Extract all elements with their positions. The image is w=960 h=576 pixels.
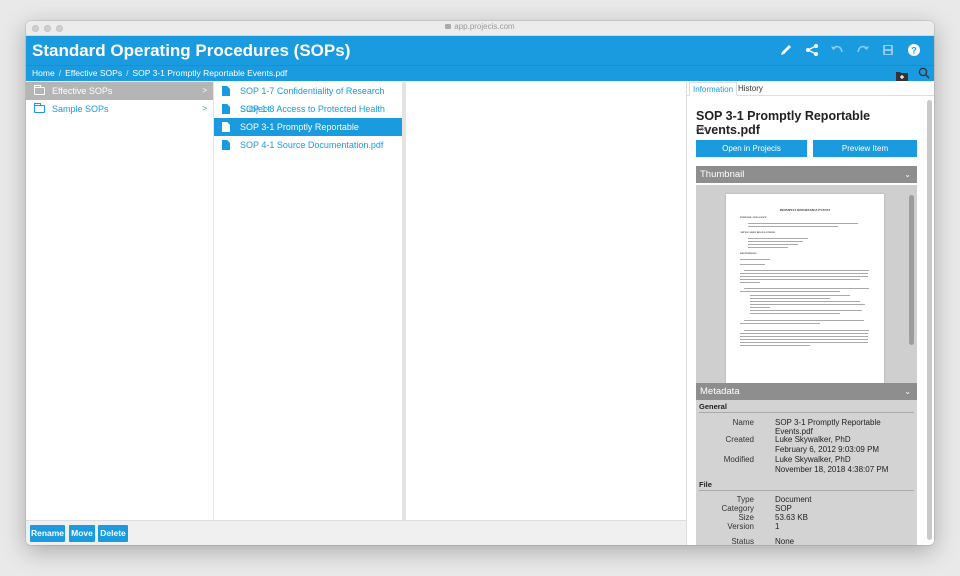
- details-tabs: Information History: [687, 82, 934, 96]
- breadcrumb-separator: /: [126, 68, 129, 78]
- app-window: app.projecis.com Standard Operating Proc…: [26, 21, 934, 545]
- chevron-right-icon: >: [202, 104, 207, 113]
- help-icon[interactable]: ?: [906, 43, 922, 59]
- action-bar: Rename Move Delete: [26, 520, 686, 545]
- chevron-right-icon: >: [202, 86, 207, 95]
- undo-icon[interactable]: [829, 43, 845, 59]
- thumb-defs: DEFINITIONS: [740, 252, 757, 255]
- modified-date-value: November 18, 2018 4:38:07 PM: [775, 465, 889, 474]
- folder-item-sample-sops[interactable]: Sample SOPs >: [26, 100, 213, 118]
- file-item[interactable]: SOP 1-7 Confidentiality of Research Subj…: [214, 82, 402, 114]
- modified-by-value: Luke Skywalker, PhD: [775, 455, 851, 464]
- file-item-selected[interactable]: SOP 3-1 Promptly Reportable Events.pdf: [214, 118, 402, 150]
- type-label: Type: [736, 495, 754, 504]
- pencil-icon[interactable]: [778, 43, 794, 59]
- main-area: Effective SOPs > Sample SOPs > SOP 1-7 C…: [26, 67, 934, 545]
- details-panel: Information History SOP 3-1 Promptly Rep…: [686, 67, 934, 545]
- file-type-subtitle: File: [696, 126, 708, 133]
- modified-label: Modified: [723, 455, 754, 464]
- chevron-down-icon: ⌄: [904, 170, 911, 179]
- folder-item-effective-sops[interactable]: Effective SOPs >: [26, 82, 213, 100]
- open-in-projecis-button[interactable]: Open in Projecis: [696, 140, 807, 157]
- tab-history[interactable]: History: [735, 82, 766, 96]
- version-value: 1: [775, 522, 780, 531]
- category-label: Category: [721, 504, 754, 513]
- preview-item-button[interactable]: Preview Item: [813, 140, 917, 157]
- thumbnail-heading: Thumbnail: [700, 169, 745, 180]
- file-column: SOP 1-7 Confidentiality of Research Subj…: [214, 82, 406, 545]
- share-icon[interactable]: [804, 43, 820, 59]
- created-by-value: Luke Skywalker, PhD: [775, 435, 851, 444]
- address-bar[interactable]: app.projecis.com: [26, 22, 934, 31]
- breadcrumb: Home / Effective SOPs / SOP 3-1 Promptly Rep…: [26, 65, 934, 81]
- file-item[interactable]: SOP 4-1 Source Documentation.pdf: [214, 136, 402, 154]
- divider: [699, 412, 914, 413]
- move-button[interactable]: Move: [69, 525, 95, 542]
- thumbnail-scrollbar[interactable]: [909, 195, 914, 345]
- name-label: Name: [732, 418, 754, 427]
- file-label: SOP 4-1 Source Documentation.pdf: [240, 140, 384, 150]
- panel-tools: [890, 65, 934, 81]
- metadata-heading: Metadata: [700, 386, 740, 397]
- metadata-panel: General Name SOP 3-1 Promptly Reportable…: [696, 400, 917, 545]
- version-label: Version: [727, 522, 754, 531]
- svg-text:?: ?: [911, 46, 917, 56]
- empty-column: [410, 82, 686, 545]
- file-section-label: File: [699, 480, 712, 489]
- page-title: Standard Operating Procedures (SOPs): [32, 41, 351, 60]
- details-scrollbar[interactable]: [927, 100, 932, 540]
- divider: [699, 490, 914, 491]
- document-icon: [222, 104, 230, 114]
- delete-button[interactable]: Delete: [98, 525, 128, 542]
- size-label: Size: [738, 513, 754, 522]
- file-item[interactable]: SOP 1-8 Access to Protected Health Infor…: [214, 100, 402, 132]
- thumb-heading: PROMPTLY REPORTABLE EVENTS: [779, 208, 831, 212]
- redo-icon[interactable]: [855, 43, 871, 59]
- breadcrumb-current-file[interactable]: SOP 3-1 Promptly Reportable Events.pdf: [132, 68, 287, 78]
- document-icon: [222, 86, 230, 96]
- folder-label: Effective SOPs: [52, 86, 113, 96]
- folder-label: Sample SOPs: [52, 104, 109, 114]
- status-value: None: [775, 537, 795, 545]
- general-section-label: General: [699, 402, 727, 411]
- tab-information[interactable]: Information: [689, 82, 738, 96]
- document-icon: [222, 122, 230, 132]
- type-value: Document: [775, 495, 812, 504]
- category-value: SOP: [775, 504, 792, 513]
- save-icon[interactable]: [880, 43, 896, 59]
- app-header: Standard Operating Procedures (SOPs) ?: [26, 36, 934, 65]
- folder-icon: [33, 85, 45, 95]
- thumbnail-section-header[interactable]: Thumbnail ⌄: [696, 166, 917, 183]
- metadata-section-header[interactable]: Metadata ⌄: [696, 383, 917, 400]
- breadcrumb-home[interactable]: Home: [32, 68, 55, 78]
- name-value: SOP 3-1 Promptly Reportable Events.pdf: [775, 418, 881, 436]
- lock-icon: [445, 24, 452, 29]
- file-title: SOP 3-1 Promptly Reportable Events.pdf: [696, 109, 871, 137]
- size-value: 53.63 KB: [775, 513, 808, 522]
- folder-column: Effective SOPs > Sample SOPs >: [26, 82, 214, 545]
- document-thumbnail: PROMPTLY REPORTABLE EVENTS PURPOSE AND S…: [726, 194, 884, 383]
- chevron-down-icon: ⌄: [904, 387, 911, 396]
- breadcrumb-effective-sops[interactable]: Effective SOPs: [65, 68, 122, 78]
- rename-button[interactable]: Rename: [30, 525, 65, 542]
- breadcrumb-separator: /: [58, 68, 62, 78]
- thumb-purpose: PURPOSE AND SCOPE: [740, 216, 767, 219]
- thumb-regs: APPLICABLE REGULATIONS: [740, 231, 776, 234]
- document-icon: [222, 140, 230, 150]
- url-text: app.projecis.com: [454, 22, 515, 31]
- created-label: Created: [725, 435, 754, 444]
- folder-icon: [33, 103, 45, 113]
- thumbnail-preview: PROMPTLY REPORTABLE EVENTS PURPOSE AND S…: [696, 185, 917, 383]
- status-label: Status: [731, 537, 754, 545]
- created-date-value: February 6, 2012 9:03:09 PM: [775, 445, 880, 454]
- browser-titlebar: app.projecis.com: [26, 21, 934, 36]
